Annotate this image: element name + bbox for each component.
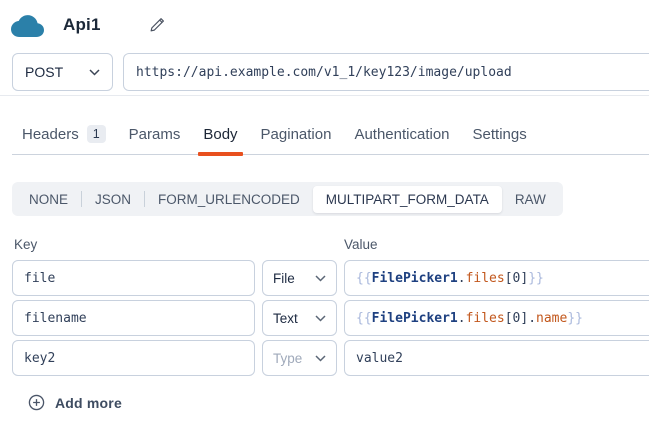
- active-tab-underline: [198, 152, 242, 156]
- url-input[interactable]: [123, 53, 649, 91]
- body-type-raw[interactable]: RAW: [502, 186, 559, 213]
- tab-label: Params: [129, 126, 181, 143]
- chevron-down-icon: [315, 315, 326, 322]
- type-select-value: Text: [273, 311, 298, 326]
- code-token-prop: files: [466, 271, 505, 286]
- code-token-brace: }}: [528, 271, 544, 286]
- code-token-plain: value2: [356, 351, 403, 366]
- code-token-plain: .: [458, 311, 466, 326]
- key-input[interactable]: [12, 300, 255, 336]
- code-token-prop: files: [466, 311, 505, 326]
- tab-authentication[interactable]: Authentication: [354, 126, 449, 154]
- type-select-value: Type: [273, 351, 302, 366]
- body-type-form_urlencoded[interactable]: FORM_URLENCODED: [145, 186, 313, 213]
- code-token-plain: [0]: [505, 311, 528, 326]
- request-bar: POST: [12, 53, 649, 91]
- tab-pagination[interactable]: Pagination: [261, 126, 332, 154]
- type-select[interactable]: Type: [262, 340, 337, 376]
- key-input[interactable]: [12, 340, 255, 376]
- tab-label: Authentication: [354, 126, 449, 143]
- code-token-plain: .: [528, 311, 536, 326]
- tab-label: Headers: [22, 126, 79, 143]
- value-input[interactable]: {{FilePicker1.files[0]}}: [344, 260, 649, 296]
- value-input[interactable]: {{FilePicker1.files[0].name}}: [344, 300, 649, 336]
- http-method-select[interactable]: POST: [12, 53, 113, 91]
- tab-label: Pagination: [261, 126, 332, 143]
- body-type-multipart_form_data[interactable]: MULTIPART_FORM_DATA: [313, 186, 502, 213]
- form-row: Text {{FilePicker1.files[0].name}}: [12, 300, 649, 336]
- edit-name-button[interactable]: [147, 15, 167, 35]
- type-select-value: File: [273, 271, 295, 286]
- key-column-header: Key: [14, 237, 37, 252]
- section-divider: [0, 95, 649, 96]
- api-header: Api1: [10, 12, 649, 38]
- code-token-plain: [0]: [505, 271, 528, 286]
- tab-label: Settings: [473, 126, 527, 143]
- chevron-down-icon: [315, 275, 326, 282]
- form-row: Type value2: [12, 340, 649, 376]
- code-token-entity: FilePicker1: [372, 271, 458, 286]
- chevron-down-icon: [315, 355, 326, 362]
- tab-params[interactable]: Params: [129, 126, 181, 154]
- tab-bar: Headers 1 Params Body Pagination Authent…: [12, 125, 649, 155]
- kv-header-row: Key Value: [0, 237, 649, 253]
- body-type-none[interactable]: NONE: [16, 186, 81, 213]
- value-column-header: Value: [344, 237, 378, 252]
- body-type-switcher: NONE JSON FORM_URLENCODED MULTIPART_FORM…: [12, 182, 563, 216]
- body-type-json[interactable]: JSON: [82, 186, 144, 213]
- code-token-brace: }}: [567, 311, 583, 326]
- tab-headers[interactable]: Headers 1: [22, 125, 106, 154]
- tab-settings[interactable]: Settings: [473, 126, 527, 154]
- code-token-brace: {{: [356, 271, 372, 286]
- form-row: File {{FilePicker1.files[0]}}: [12, 260, 649, 296]
- http-method-value: POST: [25, 64, 63, 80]
- tab-body[interactable]: Body: [203, 126, 237, 154]
- code-token-prop: name: [536, 311, 567, 326]
- code-token-entity: FilePicker1: [372, 311, 458, 326]
- tab-count-badge: 1: [87, 125, 106, 143]
- code-token-plain: .: [458, 271, 466, 286]
- chevron-down-icon: [89, 69, 100, 76]
- add-more-label: Add more: [55, 395, 122, 411]
- pencil-icon: [148, 16, 166, 34]
- key-input[interactable]: [12, 260, 255, 296]
- plus-circle-icon: [28, 394, 45, 411]
- add-more-button[interactable]: Add more: [28, 394, 122, 411]
- api-name: Api1: [63, 15, 101, 35]
- cloud-icon: [10, 13, 46, 38]
- code-token-brace: {{: [356, 311, 372, 326]
- type-select[interactable]: Text: [262, 300, 337, 336]
- tab-label: Body: [203, 126, 237, 143]
- type-select[interactable]: File: [262, 260, 337, 296]
- value-input[interactable]: value2: [344, 340, 649, 376]
- kv-rows: File {{FilePicker1.files[0]}} Text {{Fil…: [0, 260, 649, 376]
